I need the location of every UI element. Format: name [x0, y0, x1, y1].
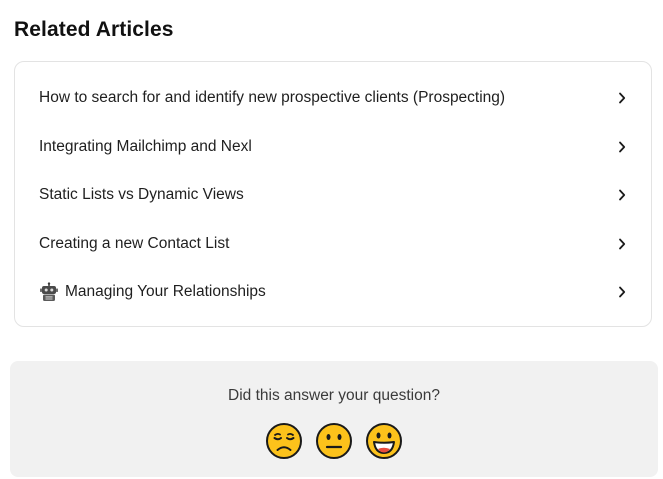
article-title: Integrating Mailchimp and Nexl [39, 137, 252, 155]
article-link-static-lists[interactable]: Static Lists vs Dynamic Views [15, 171, 651, 220]
article-title: Managing Your Relationships [65, 283, 266, 301]
disappointed-face-icon [266, 423, 302, 459]
page-title: Related Articles [14, 18, 174, 41]
chevron-right-icon [617, 238, 627, 250]
neutral-face-icon [316, 423, 352, 459]
feedback-question: Did this answer your question? [228, 387, 440, 404]
article-title-wrapper: Managing Your Relationships [39, 282, 617, 302]
chevron-right-icon [617, 189, 627, 201]
chevron-right-icon [617, 286, 627, 298]
related-articles-list: How to search for and identify new prosp… [14, 61, 652, 327]
smiley-face-icon [366, 423, 402, 459]
smiley-reaction-button[interactable] [365, 422, 403, 460]
feedback-panel: Did this answer your question? [10, 361, 658, 477]
article-link-relationships[interactable]: Managing Your Relationships [15, 268, 651, 317]
neutral-reaction-button[interactable] [315, 422, 353, 460]
reaction-group [10, 422, 658, 460]
chevron-right-icon [617, 141, 627, 153]
robot-icon [39, 282, 59, 302]
disappointed-reaction-button[interactable] [265, 422, 303, 460]
chevron-right-icon [617, 92, 627, 104]
article-link-prospecting[interactable]: How to search for and identify new prosp… [15, 74, 651, 123]
article-link-contact-list[interactable]: Creating a new Contact List [15, 220, 651, 269]
article-title: Static Lists vs Dynamic Views [39, 186, 244, 204]
article-link-mailchimp[interactable]: Integrating Mailchimp and Nexl [15, 123, 651, 172]
article-title: Creating a new Contact List [39, 234, 230, 252]
article-title: How to search for and identify new prosp… [39, 89, 506, 107]
